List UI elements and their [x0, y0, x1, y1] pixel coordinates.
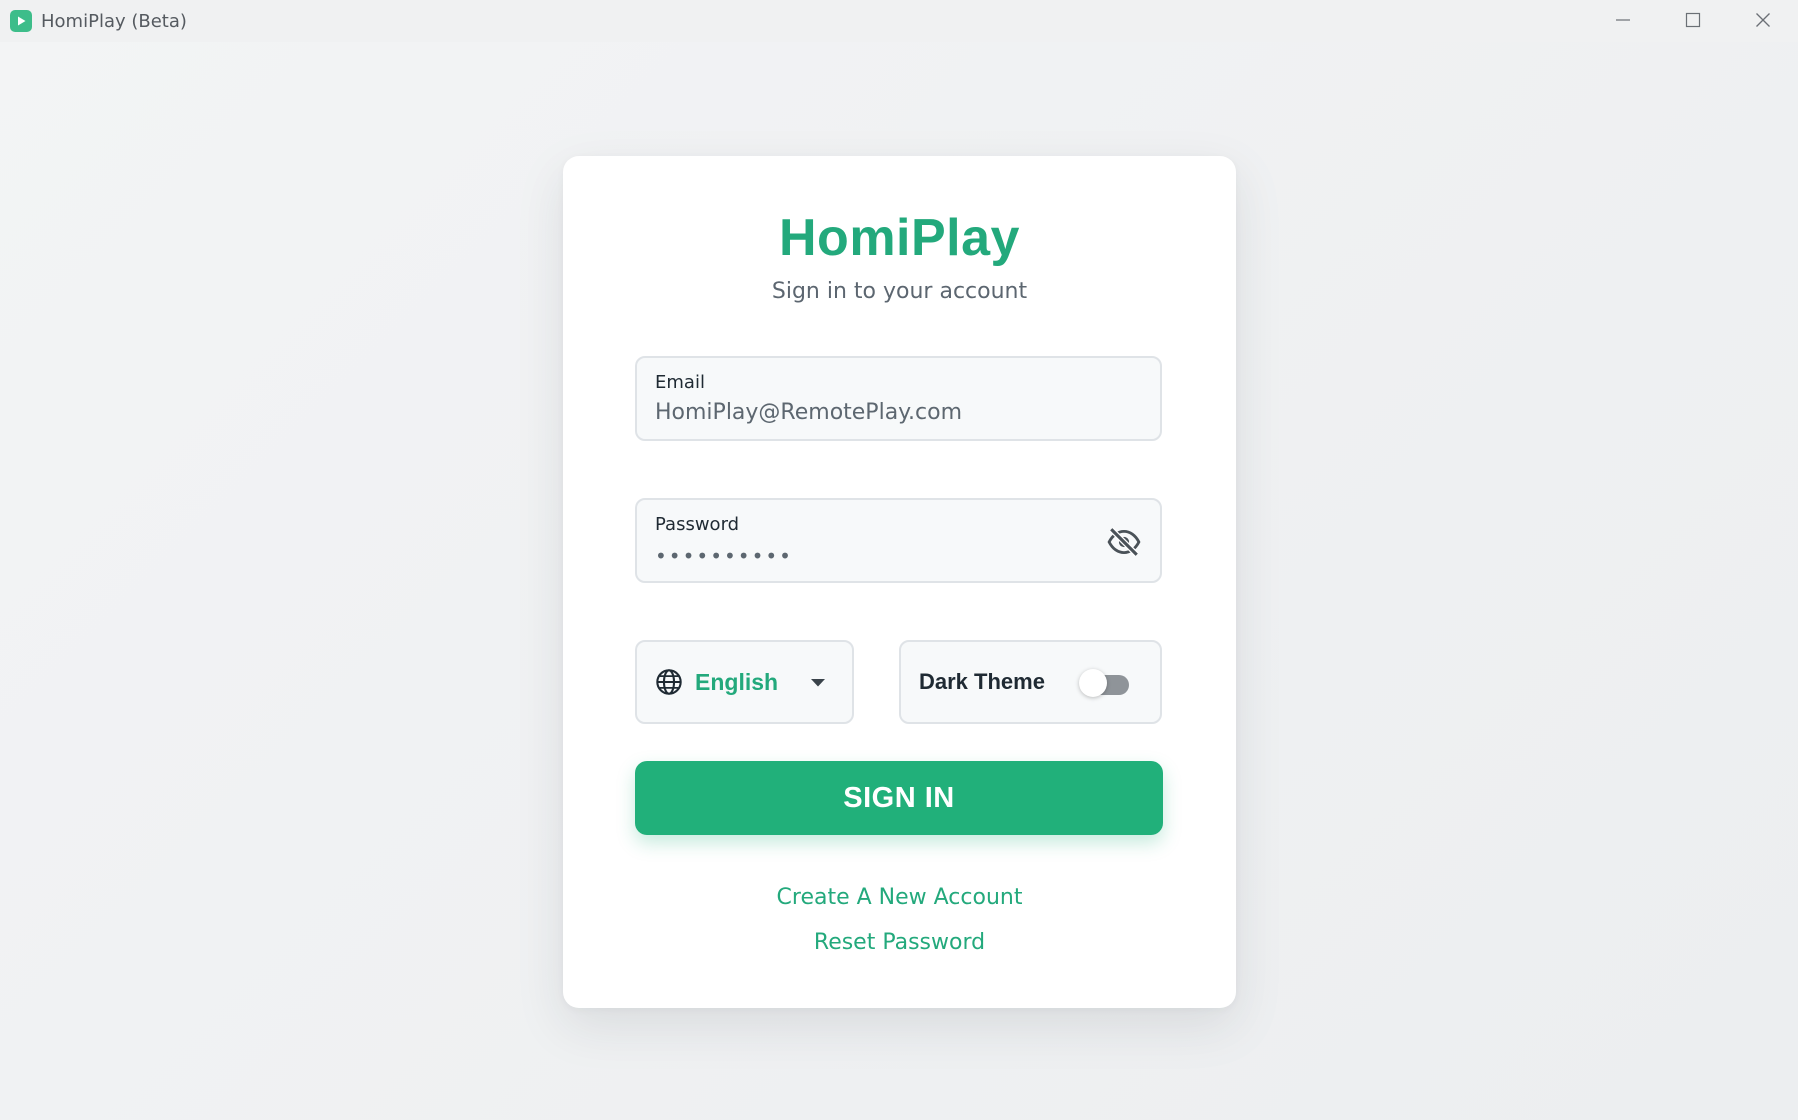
create-account-link[interactable]: Create A New Account	[563, 885, 1236, 910]
brand-title: HomiPlay	[779, 209, 1020, 267]
maximize-icon	[1685, 12, 1701, 28]
reset-password-link[interactable]: Reset Password	[563, 930, 1236, 955]
toggle-password-visibility-button[interactable]	[1106, 524, 1142, 560]
page-subtitle: Sign in to your account	[771, 279, 1028, 304]
globe-icon	[656, 669, 682, 695]
close-button[interactable]	[1728, 0, 1798, 40]
email-input[interactable]: HomiPlay@RemotePlay.com	[655, 400, 962, 425]
dark-theme-setting: Dark Theme	[899, 640, 1162, 724]
chevron-down-icon	[811, 679, 825, 687]
dark-theme-label: Dark Theme	[919, 669, 1045, 694]
login-card: HomiPlay Sign in to your account Email H…	[563, 156, 1236, 1008]
language-selector[interactable]: English	[635, 640, 854, 724]
window-title: HomiPlay (Beta)	[41, 10, 187, 32]
maximize-button[interactable]	[1658, 0, 1728, 40]
title-bar: HomiPlay (Beta)	[0, 0, 1798, 42]
play-icon	[10, 10, 32, 32]
password-field[interactable]: Password ••••••••••	[635, 498, 1162, 583]
window-controls	[1588, 0, 1798, 40]
sign-in-button[interactable]: SIGN IN	[635, 761, 1163, 835]
password-input[interactable]: ••••••••••	[655, 544, 793, 568]
email-label: Email	[655, 372, 705, 393]
dark-theme-toggle[interactable]	[1079, 669, 1129, 697]
minimize-icon	[1616, 19, 1630, 21]
toggle-thumb	[1079, 669, 1107, 697]
minimize-button[interactable]	[1588, 0, 1658, 40]
password-label: Password	[655, 514, 740, 535]
language-selected-label: English	[695, 668, 779, 695]
close-icon	[1756, 13, 1770, 27]
eye-off-icon	[1107, 527, 1141, 557]
email-field[interactable]: Email HomiPlay@RemotePlay.com	[635, 356, 1162, 441]
